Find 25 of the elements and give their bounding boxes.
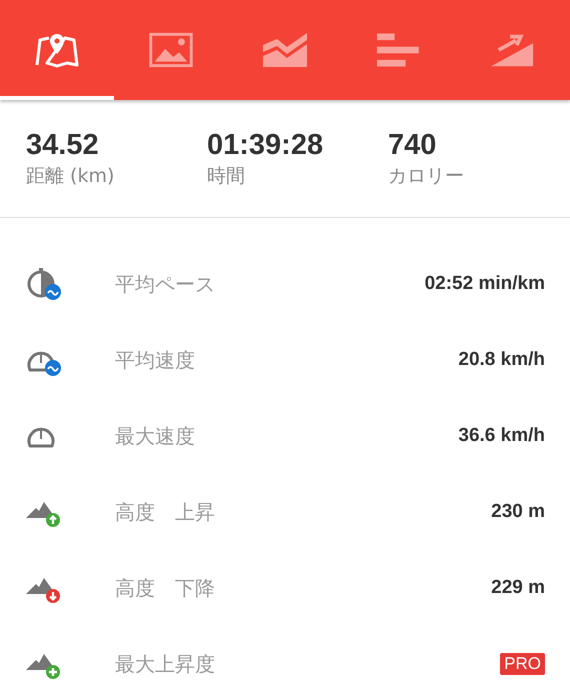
- metric-label: 平均速度: [115, 346, 196, 374]
- metric-value: 20.8 km/h: [458, 349, 545, 371]
- stat-label: カロリー: [388, 164, 465, 189]
- slope-arrow-icon: [491, 32, 535, 68]
- area-chart-icon: [263, 32, 307, 68]
- stopwatch-icon: [26, 268, 62, 300]
- metric-value: 229 m: [491, 577, 545, 599]
- bar-list-icon: [377, 32, 421, 68]
- pro-badge: PRO: [500, 653, 545, 675]
- image-icon: [149, 32, 193, 68]
- metric-value: 230 m: [491, 501, 545, 523]
- metric-value: 02:52 min/km: [424, 273, 545, 295]
- stat-value: 34.52: [26, 128, 100, 162]
- stat-label: 時間: [207, 164, 246, 189]
- metric-label: 最大速度: [115, 422, 196, 450]
- stat-value: 740: [388, 128, 438, 162]
- metric-label: 最大上昇度: [115, 650, 216, 678]
- metric-value: 36.6 km/h: [458, 425, 545, 447]
- metric-label: 平均ペース: [115, 270, 216, 298]
- metric-label: 高度 上昇: [115, 498, 216, 526]
- stat-value: 01:39:28: [207, 128, 324, 162]
- tab[interactable]: [0, 32, 114, 100]
- stat-label: 距離 (km): [26, 164, 116, 189]
- metric-label: 高度 下降: [115, 574, 216, 602]
- map-pin-icon: [35, 32, 79, 68]
